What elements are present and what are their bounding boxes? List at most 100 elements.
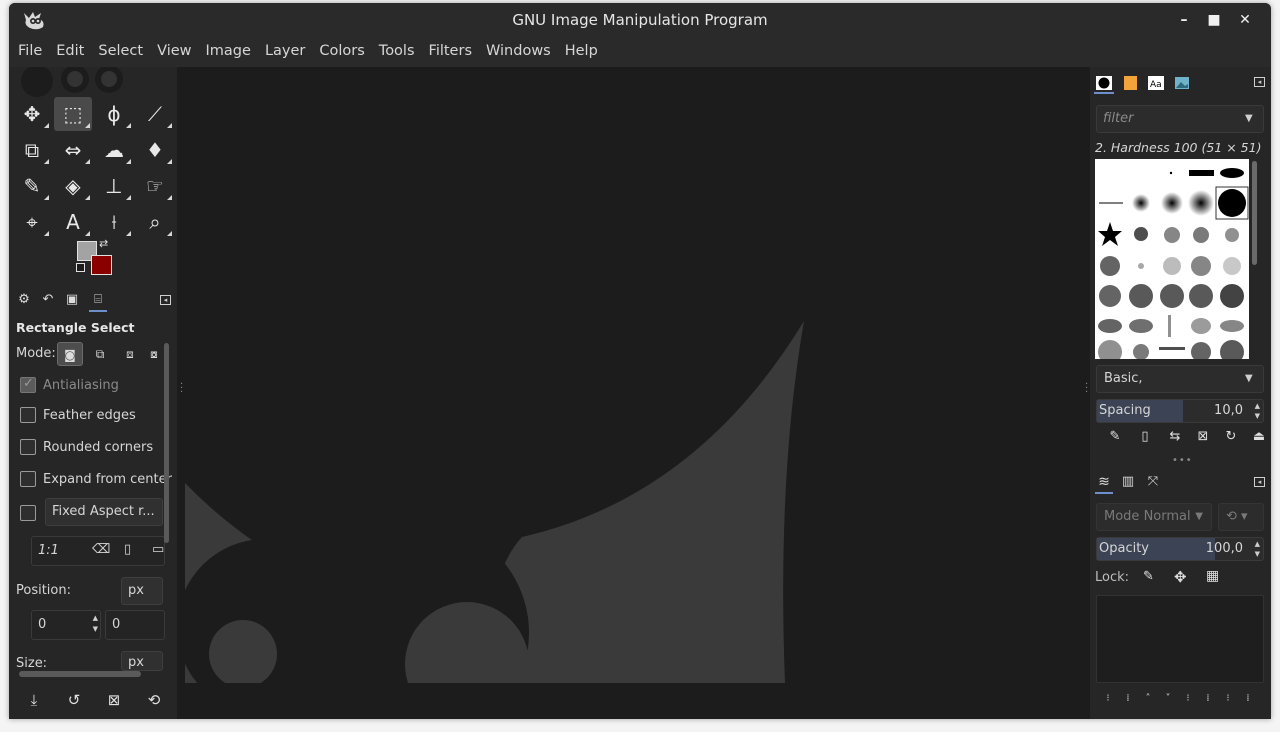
brushes-dock-menu-icon[interactable]: ◂ xyxy=(1254,77,1265,87)
layer-mode-combo[interactable]: Mode Normal ▼ xyxy=(1096,503,1212,531)
new-brush-icon[interactable]: ▯ xyxy=(1136,429,1154,447)
tab-images-icon[interactable] xyxy=(1172,74,1192,94)
raise-layer-icon[interactable]: ˄ xyxy=(1142,693,1154,709)
lock-alpha-icon[interactable]: ▦ xyxy=(1206,568,1219,584)
crop-tool[interactable]: ⧉ xyxy=(13,133,51,167)
spacing-stepper[interactable]: ▲ ▼ xyxy=(1255,401,1260,421)
reset-options-icon[interactable]: ⟲ xyxy=(143,689,165,711)
tab-layers-icon[interactable]: ≋ xyxy=(1095,474,1113,494)
delete-options-icon[interactable]: ⊠ xyxy=(103,689,125,711)
tab-device-status-icon[interactable]: ⌸ xyxy=(89,292,107,312)
duplicate-brush-icon[interactable]: ⇆ xyxy=(1166,429,1184,447)
brush-grid-scrollbar[interactable] xyxy=(1252,161,1257,265)
menu-windows[interactable]: Windows xyxy=(479,37,558,67)
menu-tools[interactable]: Tools xyxy=(372,37,422,67)
image-canvas[interactable] xyxy=(177,67,1089,719)
close-button[interactable]: ✕ xyxy=(1234,10,1256,30)
brush-tag-combo[interactable]: Basic, xyxy=(1096,365,1264,393)
portrait-icon[interactable]: ▯ xyxy=(124,542,131,557)
composite-mode-combo[interactable]: ⟲ ▾ xyxy=(1218,503,1264,531)
position-y-field[interactable]: 0 xyxy=(105,610,165,640)
eraser-tool[interactable]: ◈ xyxy=(54,169,92,203)
free-select-tool[interactable]: ϕ xyxy=(95,97,133,131)
menu-layer[interactable]: Layer xyxy=(258,37,312,67)
fixed-aspect-combo[interactable]: Fixed Aspect r... xyxy=(45,498,163,526)
brush-filter-input[interactable]: filter xyxy=(1096,105,1264,133)
lock-pixels-icon[interactable]: ✎ xyxy=(1143,569,1154,584)
refresh-brushes-icon[interactable]: ↻ xyxy=(1222,429,1240,447)
anchor-layer-icon[interactable]: ⁞ xyxy=(1202,693,1214,709)
background-color-swatch[interactable] xyxy=(91,255,112,275)
minimize-button[interactable]: – xyxy=(1173,10,1195,30)
tab-channels-icon[interactable]: ▥ xyxy=(1119,474,1137,494)
restore-options-icon[interactable]: ↺ xyxy=(63,689,85,711)
mode-subtract-button[interactable]: ⧈ xyxy=(117,342,143,366)
mode-intersect-button[interactable]: ⧇ xyxy=(147,342,161,366)
color-picker-tool[interactable]: ⟊ xyxy=(95,205,133,239)
delete-layer-icon[interactable]: ⁞ xyxy=(1242,693,1254,709)
title-bar[interactable]: GNU Image Manipulation Program – ■ ✕ xyxy=(9,3,1271,37)
menu-edit[interactable]: Edit xyxy=(49,37,91,67)
position-x-field[interactable]: 0 ▲ ▼ xyxy=(31,610,101,640)
opacity-stepper[interactable]: ▲ ▼ xyxy=(1255,539,1260,559)
landscape-icon[interactable]: ▭ xyxy=(152,542,164,557)
zoom-tool[interactable]: ⌕ xyxy=(136,205,174,239)
menu-help[interactable]: Help xyxy=(558,37,605,67)
menu-view[interactable]: View xyxy=(150,37,198,67)
mode-add-button[interactable]: ⧉ xyxy=(87,342,113,366)
aspect-ratio-field[interactable]: 1:1 ⌫ ▯ ▭ xyxy=(31,536,165,566)
tab-paths-icon[interactable]: ⤧ xyxy=(1144,474,1162,494)
fixed-checkbox[interactable] xyxy=(20,505,36,521)
bucket-fill-tool[interactable]: ♦ xyxy=(136,133,174,167)
size-unit-combo[interactable]: px xyxy=(121,651,163,671)
tab-tool-options-icon[interactable]: ⚙ xyxy=(15,292,33,312)
warp-transform-tool[interactable]: ☁ xyxy=(95,133,133,167)
swap-colors-icon[interactable]: ⇄ xyxy=(99,237,108,250)
opacity-spinner[interactable]: Opacity 100,0 ▲ ▼ xyxy=(1096,537,1264,561)
default-colors-icon[interactable] xyxy=(76,263,85,272)
rounded-corners-checkbox[interactable] xyxy=(20,439,36,455)
new-layer-icon[interactable]: ⁝ xyxy=(1102,693,1114,709)
clear-ratio-icon[interactable]: ⌫ xyxy=(92,542,110,557)
menu-colors[interactable]: Colors xyxy=(312,37,371,67)
smudge-tool[interactable]: ☞ xyxy=(136,169,174,203)
expand-from-center-checkbox[interactable] xyxy=(20,471,36,487)
options-horizontal-scrollbar[interactable] xyxy=(19,671,141,677)
mode-replace-button[interactable]: ◙ xyxy=(57,342,83,366)
fuzzy-select-tool[interactable]: ⟋ xyxy=(136,97,174,131)
layers-list[interactable] xyxy=(1096,595,1264,683)
tag-dropdown-icon[interactable]: ▼ xyxy=(1245,373,1253,384)
tab-patterns-icon[interactable] xyxy=(1120,74,1140,94)
tab-fonts-icon[interactable]: Aa xyxy=(1146,74,1166,94)
tab-brushes-icon[interactable] xyxy=(1094,74,1114,94)
menu-select[interactable]: Select xyxy=(91,37,150,67)
antialiasing-checkbox[interactable] xyxy=(20,376,36,393)
dock-separator-grip[interactable]: ••• xyxy=(1172,455,1193,466)
text-tool[interactable]: A xyxy=(54,205,92,239)
tab-images-icon[interactable]: ▣ xyxy=(63,292,81,312)
filter-dropdown-icon[interactable]: ▼ xyxy=(1245,113,1253,124)
position-x-stepper[interactable]: ▲ ▼ xyxy=(93,613,98,635)
spacing-spinner[interactable]: Spacing 10,0 ▲ ▼ xyxy=(1096,399,1264,423)
mask-layer-icon[interactable]: ⁝ xyxy=(1222,693,1234,709)
right-pane-grip[interactable]: · · · xyxy=(1085,380,1088,398)
feather-edges-checkbox[interactable] xyxy=(20,407,36,423)
options-vertical-scrollbar[interactable] xyxy=(164,343,169,543)
dock-menu-icon[interactable]: ◂ xyxy=(160,295,171,305)
layers-dock-menu-icon[interactable]: ◂ xyxy=(1254,477,1265,487)
rectangle-select-tool[interactable]: ⬚ xyxy=(54,97,92,131)
position-unit-combo[interactable]: px xyxy=(121,577,163,605)
lock-position-icon[interactable]: ✥ xyxy=(1174,568,1187,586)
clone-tool[interactable]: ⊥ xyxy=(95,169,133,203)
edit-brush-icon[interactable]: ✎ xyxy=(1106,429,1124,447)
paintbrush-tool[interactable]: ✎ xyxy=(13,169,51,203)
save-options-icon[interactable]: ⤓ xyxy=(23,689,45,711)
lower-layer-icon[interactable]: ˅ xyxy=(1162,693,1174,709)
menu-file[interactable]: File xyxy=(11,37,49,67)
maximize-button[interactable]: ■ xyxy=(1203,10,1225,30)
new-layer-group-icon[interactable]: ⁞ xyxy=(1122,693,1134,709)
open-brush-as-image-icon[interactable]: ⏏ xyxy=(1250,429,1268,447)
unified-transform-tool[interactable]: ⇔ xyxy=(54,133,92,167)
move-tool[interactable]: ✥ xyxy=(13,97,51,131)
menu-filters[interactable]: Filters xyxy=(422,37,479,67)
